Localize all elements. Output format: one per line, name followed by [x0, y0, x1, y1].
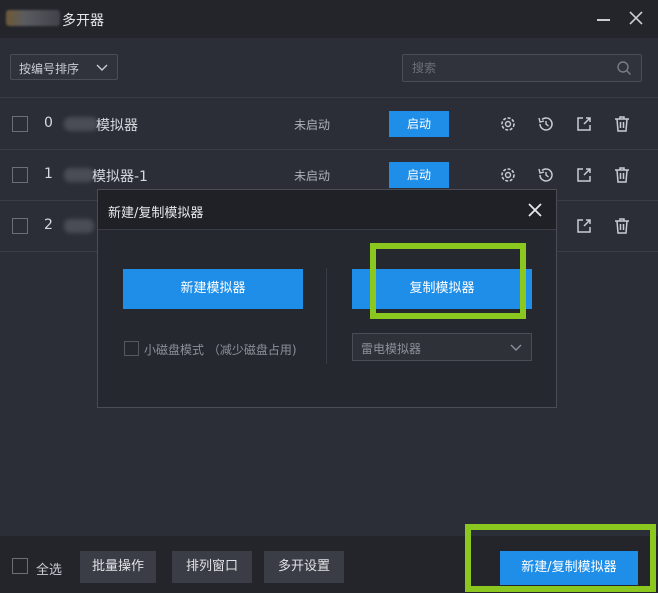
highlight-box	[465, 524, 656, 592]
chevron-down-icon	[509, 340, 523, 354]
dialog-header: 新建/复制模拟器	[98, 190, 556, 230]
arrange-windows-button[interactable]: 排列窗口	[172, 551, 252, 583]
app-logo	[6, 10, 60, 26]
small-disk-checkbox[interactable]	[124, 341, 139, 356]
redacted-name	[64, 168, 94, 182]
row-checkbox[interactable]	[12, 167, 28, 183]
redacted-name	[64, 219, 94, 233]
history-icon[interactable]	[536, 165, 556, 185]
settings-gear-icon[interactable]	[498, 165, 518, 185]
redacted-name	[64, 117, 98, 131]
instance-name: 模拟器	[96, 118, 138, 134]
history-icon[interactable]	[536, 114, 556, 134]
dialog-title: 新建/复制模拟器	[108, 206, 204, 221]
dialog-close-icon[interactable]	[526, 201, 544, 219]
chevron-down-icon	[95, 60, 109, 74]
new-emulator-button[interactable]: 新建模拟器	[123, 269, 303, 309]
minimize-icon[interactable]	[596, 8, 612, 28]
toolbar: 按编号排序	[0, 38, 658, 98]
instance-name: 模拟器-1	[92, 169, 148, 185]
sort-select-label: 按编号排序	[19, 62, 80, 76]
new-copy-dialog: 新建/复制模拟器 新建模拟器 复制模拟器 小磁盘模式 （减少磁盘占用) 雷电模拟…	[97, 189, 557, 408]
batch-ops-button[interactable]: 批量操作	[80, 551, 156, 583]
source-emulator-select[interactable]: 雷电模拟器	[352, 333, 532, 361]
settings-gear-icon[interactable]	[498, 114, 518, 134]
row-checkbox[interactable]	[12, 218, 28, 234]
instance-index: 1	[44, 166, 53, 182]
open-external-icon[interactable]	[574, 165, 594, 185]
footer-bar: 全选 批量操作 排列窗口 多开设置 新建/复制模拟器	[0, 524, 658, 593]
search-input[interactable]	[402, 54, 642, 82]
source-select-label: 雷电模拟器	[361, 342, 422, 356]
multi-settings-button[interactable]: 多开设置	[264, 551, 344, 583]
dialog-divider	[326, 268, 327, 364]
start-button[interactable]: 启动	[389, 162, 449, 188]
small-disk-label: 小磁盘模式 （减少磁盘占用)	[144, 343, 297, 357]
instance-status: 未启动	[294, 169, 331, 183]
highlight-box	[370, 243, 526, 319]
instance-status: 未启动	[294, 118, 331, 132]
row-checkbox[interactable]	[12, 116, 28, 132]
select-all-label: 全选	[36, 563, 63, 578]
instance-index: 2	[44, 217, 53, 233]
open-external-icon[interactable]	[574, 114, 594, 134]
search-icon[interactable]	[616, 60, 632, 76]
window-title: 多开器	[62, 13, 104, 29]
delete-trash-icon[interactable]	[612, 216, 632, 236]
delete-trash-icon[interactable]	[612, 114, 632, 134]
title-bar: 多开器	[0, 0, 658, 38]
close-icon[interactable]	[626, 8, 646, 28]
open-external-icon[interactable]	[574, 216, 594, 236]
sort-select[interactable]: 按编号排序	[10, 54, 118, 80]
start-button[interactable]: 启动	[389, 111, 449, 137]
delete-trash-icon[interactable]	[612, 165, 632, 185]
instance-index: 0	[44, 115, 53, 131]
instance-row: 0 模拟器 未启动 启动	[0, 99, 658, 150]
select-all-checkbox[interactable]	[12, 558, 28, 574]
